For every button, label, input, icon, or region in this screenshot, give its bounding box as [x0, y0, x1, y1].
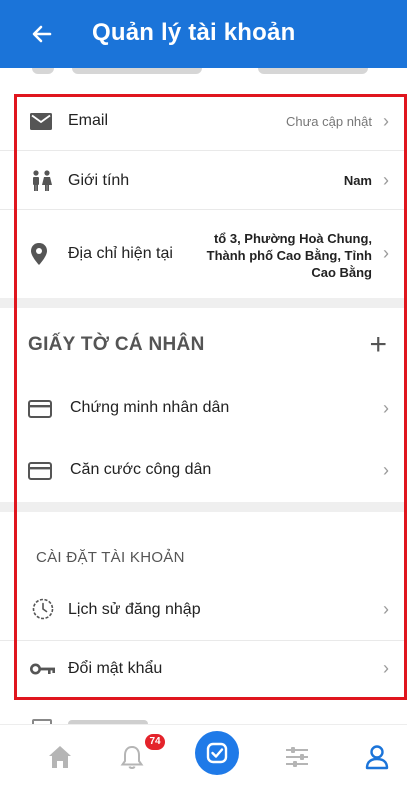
chevron-right-icon: ›	[383, 398, 389, 418]
document-item-label: Căn cước công dân	[70, 461, 212, 478]
gender-value: Nam	[343, 173, 372, 188]
chevron-right-icon: ›	[383, 658, 389, 678]
back-button[interactable]	[28, 20, 56, 48]
gender-icon	[33, 170, 52, 191]
address-value: tổ 3, Phường Hoà Chung, Thành phố Cao Bằ…	[206, 231, 372, 280]
chevron-right-icon: ›	[383, 243, 389, 263]
document-item-cmnd[interactable]: Chứng minh nhân dân ›	[0, 378, 407, 438]
history-clock-icon	[32, 598, 54, 620]
tab-settings[interactable]	[275, 735, 319, 779]
login-history-row[interactable]: Lịch sử đăng nhập ›	[0, 582, 407, 640]
key-icon	[30, 663, 55, 675]
bottom-nav: 74	[0, 724, 407, 786]
scrolled-content-peek	[0, 68, 407, 86]
arrow-left-icon	[32, 25, 52, 43]
tab-home[interactable]	[38, 735, 82, 779]
document-item-label: Chứng minh nhân dân	[70, 399, 230, 416]
email-icon	[30, 113, 52, 130]
login-history-label: Lịch sử đăng nhập	[68, 601, 201, 618]
change-password-row[interactable]: Đổi mật khẩu ›	[0, 641, 407, 697]
location-pin-icon	[31, 243, 47, 265]
chevron-right-icon: ›	[383, 460, 389, 480]
tab-main-action[interactable]	[195, 731, 239, 775]
email-row[interactable]: Email Chưa cập nhật ›	[0, 94, 407, 150]
documents-title: GIẤY TỜ CÁ NHÂN	[28, 334, 205, 355]
settings-title: CÀI ĐẶT TÀI KHOẢN	[36, 549, 185, 566]
gender-label: Giới tính	[68, 172, 130, 189]
id-card-icon	[28, 462, 52, 480]
document-item-cccd[interactable]: Căn cước công dân ›	[0, 438, 407, 502]
email-value: Chưa cập nhật	[285, 114, 372, 129]
check-badge-icon	[206, 742, 228, 764]
settings-header: CÀI ĐẶT TÀI KHOẢN	[0, 512, 407, 582]
user-icon	[365, 745, 389, 770]
address-row[interactable]: Địa chỉ hiện tại tổ 3, Phường Hoà Chung,…	[0, 210, 407, 298]
page-title: Quản lý tài khoản	[92, 19, 296, 46]
address-label: Địa chỉ hiện tại	[68, 245, 173, 262]
chevron-right-icon: ›	[383, 599, 389, 619]
gender-row[interactable]: Giới tính Nam ›	[0, 151, 407, 209]
chevron-right-icon: ›	[383, 111, 389, 131]
id-card-icon	[28, 400, 52, 418]
notification-badge: 74	[145, 734, 165, 750]
change-password-label: Đổi mật khẩu	[68, 660, 163, 677]
add-document-button[interactable]: +	[369, 330, 387, 360]
tab-account[interactable]	[355, 735, 399, 779]
home-icon	[49, 746, 71, 768]
email-label: Email	[68, 112, 109, 129]
app-bar: Quản lý tài khoản	[0, 0, 407, 68]
chevron-right-icon: ›	[383, 170, 389, 190]
documents-header: GIẤY TỜ CÁ NHÂN +	[0, 308, 407, 378]
next-item-peek	[0, 706, 407, 724]
sliders-icon	[286, 747, 308, 767]
